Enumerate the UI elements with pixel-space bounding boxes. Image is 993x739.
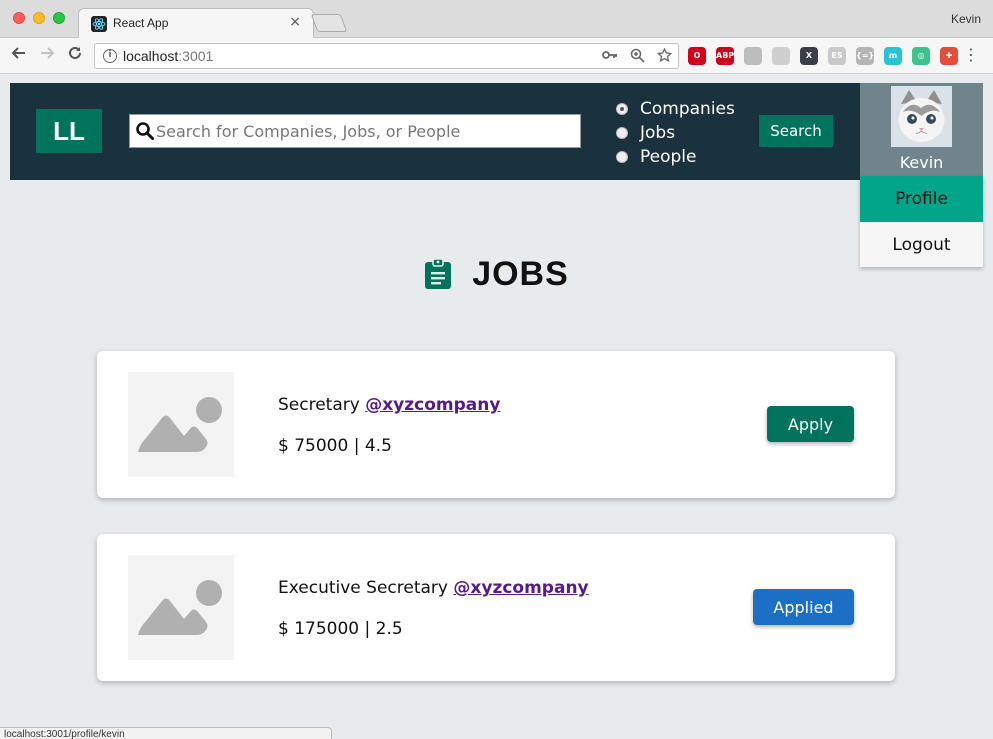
job-title: Executive Secretary bbox=[278, 578, 448, 598]
reload-icon[interactable] bbox=[64, 45, 86, 67]
search-button[interactable]: Search bbox=[759, 115, 833, 147]
job-salary: $ 75000 bbox=[278, 436, 349, 456]
radio-button-people[interactable] bbox=[616, 151, 628, 163]
window-maximize-button[interactable] bbox=[53, 12, 65, 24]
profile-menu-toggle[interactable]: Kevin bbox=[860, 83, 983, 176]
company-link[interactable]: @xyzcompany bbox=[453, 578, 588, 598]
search-type-radio-group: Companies Jobs People bbox=[616, 97, 735, 169]
adblock-icon[interactable]: ABP bbox=[716, 47, 734, 65]
clipboard-icon bbox=[424, 257, 452, 294]
radio-option-jobs[interactable]: Jobs bbox=[616, 121, 735, 145]
avatar[interactable] bbox=[891, 86, 952, 147]
radio-option-people[interactable]: People bbox=[616, 145, 735, 169]
job-title: Secretary bbox=[278, 395, 360, 415]
browser-menu-icon[interactable]: ⋮ bbox=[963, 45, 979, 64]
back-arrow-icon[interactable] bbox=[8, 45, 30, 67]
page-title: JOBS bbox=[472, 255, 569, 293]
target-extension-icon[interactable]: ◎ bbox=[912, 47, 930, 65]
page-heading: JOBS bbox=[0, 255, 993, 294]
cube-icon[interactable] bbox=[744, 47, 762, 65]
browser-toolbar: i localhost:3001 O ABP X ES {=} m ◎ ✚ ⋮ bbox=[0, 38, 993, 74]
radio-button-jobs[interactable] bbox=[616, 127, 628, 139]
window-close-button[interactable] bbox=[13, 12, 25, 24]
url-text: localhost:3001 bbox=[123, 48, 214, 64]
profile-menu-item[interactable]: Profile bbox=[860, 176, 983, 222]
job-equity: 4.5 bbox=[364, 436, 392, 456]
tab-close-icon[interactable]: × bbox=[289, 14, 301, 30]
es-extension-icon[interactable]: ES bbox=[828, 47, 846, 65]
browser-titlebar: React App × Kevin bbox=[0, 0, 993, 38]
m-extension-icon[interactable]: m bbox=[884, 47, 902, 65]
forward-arrow-icon[interactable] bbox=[36, 45, 58, 67]
job-card: Executive Secretary @xyzcompany $ 175000… bbox=[97, 534, 895, 681]
job-title-line: Executive Secretary @xyzcompany bbox=[278, 578, 589, 598]
profile-dropdown: Profile Logout bbox=[860, 176, 983, 267]
page: LL Companies Jobs People Search bbox=[0, 75, 993, 739]
job-equity: 2.5 bbox=[375, 619, 403, 639]
browser-profile-name[interactable]: Kevin bbox=[951, 12, 981, 26]
info-icon[interactable]: i bbox=[103, 49, 117, 63]
browser-tab[interactable]: React App × bbox=[78, 8, 314, 38]
app-navbar: LL Companies Jobs People Search bbox=[10, 83, 860, 180]
status-bar: localhost:3001/profile/kevin bbox=[0, 727, 332, 739]
job-meta: $ 75000 | 4.5 bbox=[278, 436, 392, 456]
radio-label: Jobs bbox=[640, 123, 676, 143]
json-extension-icon[interactable]: {=} bbox=[856, 47, 874, 65]
window-minimize-button[interactable] bbox=[33, 12, 45, 24]
download-icon[interactable] bbox=[772, 47, 790, 65]
image-placeholder-icon bbox=[128, 372, 234, 477]
x-extension-icon[interactable]: X bbox=[800, 47, 818, 65]
job-salary: $ 175000 bbox=[278, 619, 360, 639]
job-card: Secretary @xyzcompany $ 75000 | 4.5 Appl… bbox=[97, 351, 895, 498]
radio-option-companies[interactable]: Companies bbox=[616, 97, 735, 121]
zoom-icon[interactable] bbox=[630, 48, 645, 67]
puzzle-extension-icon[interactable]: ✚ bbox=[940, 47, 958, 65]
opera-icon[interactable]: O bbox=[688, 47, 706, 65]
search-box bbox=[129, 114, 581, 148]
search-icon bbox=[136, 122, 154, 144]
key-icon[interactable] bbox=[602, 48, 618, 67]
react-icon bbox=[91, 16, 107, 32]
profile-name: Kevin bbox=[899, 153, 944, 172]
radio-label: People bbox=[640, 147, 697, 167]
radio-button-companies[interactable] bbox=[616, 103, 628, 115]
applied-button[interactable]: Applied bbox=[753, 589, 854, 625]
radio-label: Companies bbox=[640, 99, 735, 119]
job-title-line: Secretary @xyzcompany bbox=[278, 395, 500, 415]
new-tab-button[interactable] bbox=[310, 14, 348, 32]
search-input[interactable] bbox=[156, 115, 576, 147]
job-meta: $ 175000 | 2.5 bbox=[278, 619, 403, 639]
app-logo[interactable]: LL bbox=[36, 109, 102, 153]
bookmark-star-icon[interactable] bbox=[656, 47, 673, 67]
apply-button[interactable]: Apply bbox=[767, 406, 854, 442]
address-bar[interactable]: i localhost:3001 bbox=[94, 43, 679, 69]
image-placeholder-icon bbox=[128, 555, 234, 660]
company-link[interactable]: @xyzcompany bbox=[365, 395, 500, 415]
tab-title: React App bbox=[113, 16, 169, 30]
